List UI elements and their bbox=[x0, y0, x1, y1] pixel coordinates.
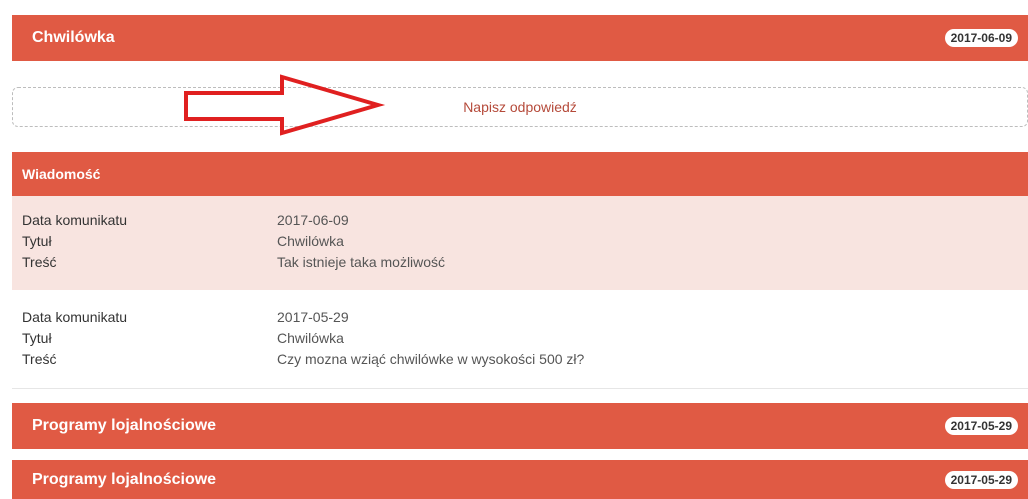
field-value: 2017-05-29 bbox=[277, 308, 349, 325]
thread-title: Chwilówka bbox=[32, 29, 115, 46]
field-value: 2017-06-09 bbox=[277, 211, 349, 228]
message-field-row: Treść Tak istnieje taka możliwość bbox=[22, 251, 1018, 272]
field-label: Tytuł bbox=[22, 329, 52, 346]
date-badge: 2017-05-29 bbox=[944, 417, 1018, 435]
thread-header-programy-2[interactable]: Programy lojalnościowe 2017-05-29 bbox=[12, 460, 1028, 499]
field-value: Chwilówka bbox=[277, 329, 344, 346]
message-field-row: Data komunikatu 2017-06-09 bbox=[22, 209, 1018, 230]
field-value: Tak istnieje taka możliwość bbox=[277, 253, 446, 270]
date-badge: 2017-06-09 bbox=[944, 29, 1018, 47]
thread-title: Programy lojalnościowe bbox=[32, 417, 217, 434]
thread-title: Programy lojalnościowe bbox=[32, 470, 217, 488]
message-field-row: Tytuł Chwilówka bbox=[22, 230, 1018, 251]
field-value: Chwilówka bbox=[277, 232, 344, 249]
thread-header-programy-1[interactable]: Programy lojalnościowe 2017-05-29 bbox=[12, 403, 1028, 449]
messages-section-title: Wiadomość bbox=[22, 166, 101, 182]
message-item: Data komunikatu 2017-05-29 Tytuł Chwilów… bbox=[12, 293, 1028, 389]
field-label: Treść bbox=[22, 350, 57, 367]
message-field-row: Treść Czy mozna wziąć chwilówke w wysoko… bbox=[22, 348, 1018, 369]
message-item: Data komunikatu 2017-06-09 Tytuł Chwilów… bbox=[12, 196, 1028, 290]
thread-header-chwilowka[interactable]: Chwilówka 2017-06-09 bbox=[12, 15, 1028, 61]
field-label: Tytuł bbox=[22, 232, 52, 249]
date-badge: 2017-05-29 bbox=[944, 470, 1018, 489]
message-field-row: Tytuł Chwilówka bbox=[22, 327, 1018, 348]
message-field-row: Data komunikatu 2017-05-29 bbox=[22, 306, 1018, 327]
reply-label: Napisz odpowiedź bbox=[463, 99, 577, 115]
reply-button[interactable]: Napisz odpowiedź bbox=[12, 87, 1028, 127]
messages-section-header: Wiadomość bbox=[12, 152, 1028, 196]
field-label: Data komunikatu bbox=[22, 211, 128, 228]
field-label: Data komunikatu bbox=[22, 308, 128, 325]
field-value: Czy mozna wziąć chwilówke w wysokości 50… bbox=[277, 350, 585, 367]
field-label: Treść bbox=[22, 253, 57, 270]
